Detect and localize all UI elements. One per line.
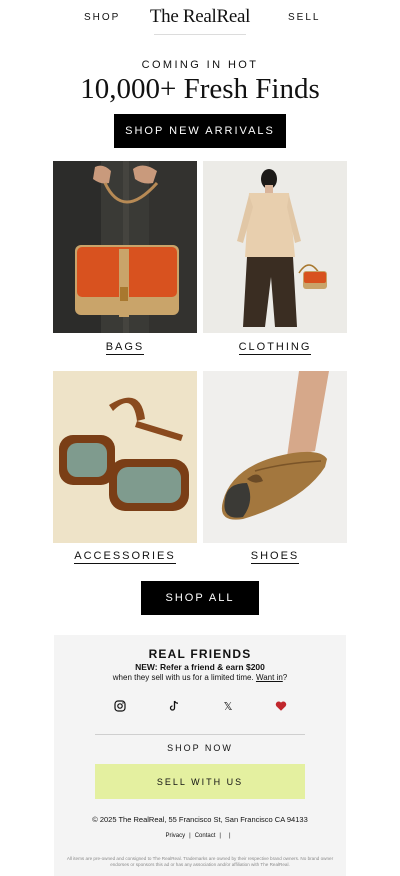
heart-icon[interactable] (272, 697, 290, 715)
logo[interactable]: The RealReal (0, 6, 400, 28)
shoes-link[interactable]: SHOES (203, 550, 347, 564)
contact-link[interactable]: Contact (195, 833, 216, 839)
tiktok-icon[interactable] (165, 697, 183, 715)
instagram-icon[interactable] (111, 697, 129, 715)
real-friends-title: REAL FRIENDS (148, 647, 252, 661)
company-address: © 2025 The RealReal, 55 Francisco St, Sa… (92, 815, 308, 824)
footer-links: Privacy | Contact | | (165, 833, 231, 839)
shop-new-arrivals-button[interactable]: SHOP NEW ARRIVALS (114, 114, 286, 148)
panel-divider (95, 734, 305, 735)
privacy-link[interactable]: Privacy (165, 833, 185, 839)
real-friends-panel: REAL FRIENDS NEW: Refer a friend & earn … (54, 635, 346, 876)
want-in-link[interactable]: Want in (256, 673, 283, 682)
accessories-link[interactable]: ACCESSORIES (53, 550, 197, 564)
clothing-image[interactable] (203, 161, 347, 333)
bags-link[interactable]: BAGS (53, 341, 197, 355)
hero-headline: 10,000+ Fresh Finds (80, 73, 320, 105)
social-icons: 𝕏 (54, 697, 346, 715)
legal-disclaimer: All items are pre-owned and consigned to… (66, 856, 334, 867)
shop-all-button[interactable]: SHOP ALL (141, 581, 259, 615)
bags-image[interactable] (53, 161, 197, 333)
email-header: SHOP The RealReal SELL (0, 0, 400, 36)
shoes-image[interactable] (203, 371, 347, 543)
hero-eyebrow: COMING IN HOT (141, 59, 259, 71)
referral-subtext: when they sell with us for a limited tim… (112, 673, 288, 682)
clothing-link[interactable]: CLOTHING (203, 341, 347, 355)
accessories-image[interactable] (53, 371, 197, 543)
logo-divider (154, 34, 246, 35)
referral-promo: NEW: Refer a friend & earn $200 (135, 662, 265, 672)
sell-with-us-button[interactable]: SELL WITH US (95, 764, 305, 799)
shop-now-link[interactable]: SHOP NOW (54, 743, 346, 753)
x-icon[interactable]: 𝕏 (219, 697, 237, 715)
nav-sell-link[interactable]: SELL (288, 12, 320, 23)
